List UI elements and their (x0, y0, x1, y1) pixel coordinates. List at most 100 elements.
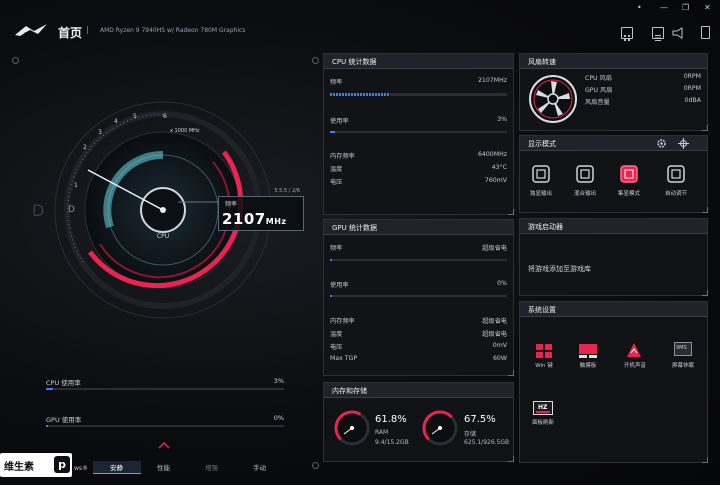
notes-icon[interactable] (652, 27, 664, 41)
cpu-temp-value: 43°C (491, 164, 507, 171)
ram-percent: 61.8% (375, 414, 407, 425)
mode-performance[interactable]: 性能 (157, 462, 170, 472)
ram-gauge-icon (334, 410, 370, 446)
mode-turbo[interactable]: 增强 (205, 462, 218, 472)
storage-detail: 625.1/926.5GB (464, 439, 510, 446)
mode-silent[interactable]: 安静 (110, 462, 123, 472)
gpu-voltage-label: 电压 (330, 344, 343, 351)
windows-key-icon[interactable] (535, 343, 553, 359)
gpu-fan-label: GPU 风扇 (585, 87, 613, 94)
fan-noise-value: 0dBA (684, 97, 701, 104)
gpu-usage-panel-bar (330, 295, 507, 297)
gpu-freq-row: 频率 超级省电 (330, 243, 507, 252)
panel-corner (508, 370, 514, 376)
gauge-tick-2: 2 (83, 144, 87, 151)
gpu-temp-row: 温度 超级省电 (330, 329, 507, 338)
game-launcher-title: 游戏启动器 (528, 223, 563, 231)
fan-speed-header: 风扇转速 (520, 54, 707, 69)
mode-manual[interactable]: 手动 (253, 462, 266, 472)
display-mode-option-3[interactable] (665, 163, 687, 185)
cpu-usage-fill (46, 388, 54, 390)
cpu-fan-value: 0RPM (683, 73, 701, 80)
gpu-tgp-value: 60W (493, 355, 507, 362)
panel-corner (702, 125, 708, 131)
device-icon[interactable] (621, 27, 633, 41)
gpu-chip-icon (620, 165, 638, 183)
display-mode-label-2: 集显模式 (617, 191, 640, 197)
fan-noise-label: 风扇音量 (585, 99, 610, 106)
display-mode-panel: 显示模式 独显输出 混合输出 集显模式 自动调节 (519, 135, 708, 213)
phone-icon[interactable] (701, 26, 710, 39)
cpu-usage-panel-fill (330, 131, 336, 133)
watermark-badge: p (54, 456, 70, 473)
gpu-freq-fill (330, 259, 332, 261)
screen-sleep-icon[interactable]: 9MS (674, 342, 692, 356)
fan-speed-panel: 风扇转速 CPU 风扇 0RPM GPU 风扇 0RPM 风扇音量 0dBA (519, 53, 708, 131)
cpu-mem-freq-row: 内存频率 6400MHz (330, 151, 507, 160)
gpu-mem-freq-value: 超级省电 (482, 318, 507, 325)
cpu-voltage-value: 760mV (484, 177, 507, 184)
readout-value: 2107MHz (222, 210, 287, 228)
gpu-chip-icon (667, 165, 685, 183)
cpu-freq-fill (330, 93, 391, 96)
gauge-side-letter: D (32, 201, 44, 220)
panel-refresh-icon[interactable]: HZ (533, 401, 553, 415)
gear-icon[interactable] (656, 138, 667, 149)
refresh-badge: HZ (538, 404, 548, 411)
cpu-mem-freq-value: 6400MHz (478, 151, 507, 158)
minimize-button[interactable]: — (660, 3, 668, 12)
cpu-freq-bar (330, 93, 507, 96)
screen-sleep-label: 屏幕休眠 (671, 363, 694, 369)
system-settings-title: 系统设置 (528, 306, 556, 314)
gpu-usage-track (46, 425, 284, 427)
system-settings-header: 系统设置 (520, 302, 707, 317)
panel-corner (702, 290, 708, 296)
megaphone-icon[interactable] (671, 26, 685, 40)
panel-corner (702, 207, 708, 213)
gpu-tgp-row: Max TGP 60W (330, 355, 507, 362)
display-mode-option-1[interactable] (574, 163, 596, 185)
panel-refresh-label: 面板刷新 (531, 420, 554, 426)
readout-label: 频率 (225, 201, 238, 208)
storage-percent: 67.5% (464, 414, 496, 425)
panel-corner (702, 457, 708, 463)
page-title: 首页 (58, 26, 83, 40)
touchpad-icon[interactable] (578, 343, 598, 359)
frequency-readout: 5.5.5 / 2/6 频率 2107MHz (218, 188, 304, 231)
gpu-usage-label: GPU 使用率 (46, 416, 82, 424)
crosshair-icon[interactable] (678, 138, 689, 149)
top-bar: 首页 AMD Ryzen 9 7940HS w/ Radeon 780M Gra… (0, 0, 720, 46)
cpu-voltage-row: 电压 760mV (330, 177, 507, 186)
touchpad-label: 触摸板 (579, 363, 597, 369)
cpu-freq-row: 频率 2107MHz (330, 77, 507, 86)
boot-sound-icon[interactable] (625, 341, 643, 359)
gpu-usage-fill (46, 425, 49, 427)
win-key-label: Win 键 (535, 363, 553, 369)
ram-detail: 9.4/15.2GB (375, 439, 409, 446)
cpu-voltage-label: 电压 (330, 179, 343, 186)
cpu-stats-header: CPU 统计数据 (324, 54, 513, 69)
fan-noise-row: 风扇音量 0dBA (585, 97, 701, 106)
corner-dot-icon (312, 462, 319, 469)
gpu-stats-title: GPU 统计数据 (332, 224, 377, 232)
gpu-freq-label: 频率 (330, 245, 343, 252)
panel-corner (508, 456, 514, 462)
add-game-text[interactable]: 将游戏添加至游戏库 (528, 264, 591, 274)
gauge-tick-6: 6 (163, 113, 167, 120)
cpu-freq-value: 2107MHz (478, 77, 507, 84)
panel-corner (508, 209, 514, 215)
display-mode-option-0[interactable] (530, 163, 552, 185)
window-dot-button[interactable]: • (637, 3, 642, 12)
corner-dot-icon (12, 57, 19, 64)
cpu-mem-freq-label: 内存频率 (330, 153, 355, 160)
game-launcher-header: 游戏启动器 (520, 219, 707, 234)
boot-sound-label: 开机声音 (623, 363, 646, 369)
maximize-button[interactable]: ❐ (682, 3, 689, 12)
close-button[interactable]: ✕ (704, 3, 711, 12)
readout-number: 2107 (222, 210, 266, 228)
cpu-temp-row: 温度 43°C (330, 164, 507, 173)
display-mode-option-2[interactable] (618, 163, 640, 185)
gpu-usage-row-panel: 使用率 0% (330, 280, 507, 289)
display-mode-label-0: 独显输出 (529, 191, 552, 197)
cpu-fan-row: CPU 风扇 0RPM (585, 73, 701, 82)
